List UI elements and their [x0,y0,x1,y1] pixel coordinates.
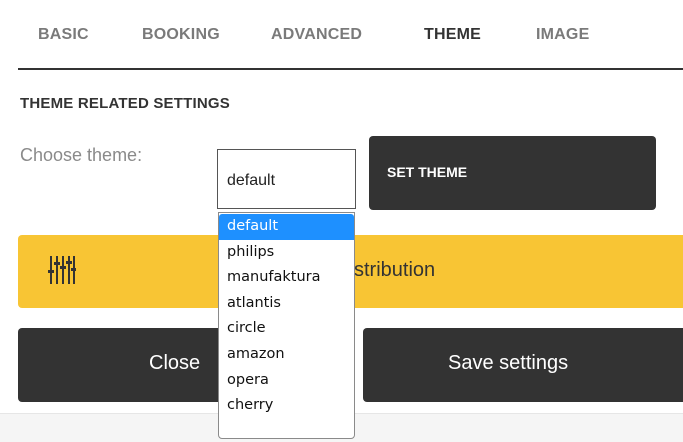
theme-option-cherry[interactable]: cherry [219,393,354,419]
theme-option-default[interactable]: default [219,214,354,240]
theme-option-atlantis[interactable]: atlantis [219,291,354,317]
set-theme-button[interactable]: SET THEME [369,136,656,210]
set-theme-button-label: SET THEME [387,164,468,180]
theme-option-amazon[interactable]: amazon [219,342,354,368]
section-title: THEME RELATED SETTINGS [20,95,230,112]
settings-tabs: BASIC BOOKING ADVANCED THEME IMAGE [18,0,683,70]
theme-option-philips[interactable]: philips [219,240,354,266]
theme-option-circle[interactable]: circle [219,316,354,342]
theme-select[interactable]: default [217,149,356,209]
sliders-icon [48,256,76,284]
theme-select-value: default [227,172,276,189]
theme-dropdown-list[interactable]: default philips manufaktura atlantis cir… [218,212,355,439]
tab-advanced[interactable]: ADVANCED [271,26,362,44]
tab-basic[interactable]: BASIC [38,26,89,44]
tab-theme[interactable]: THEME [424,26,481,44]
theme-option-opera[interactable]: opera [219,368,354,394]
close-button-label: Close [149,352,201,374]
save-settings-label: Save settings [448,352,569,374]
distribution-label: stribution [354,259,436,281]
tabs-divider [18,68,683,70]
theme-option-manufaktura[interactable]: manufaktura [219,265,354,291]
choose-theme-label: Choose theme: [20,145,143,165]
save-settings-button[interactable]: Save settings [363,328,683,402]
tab-booking[interactable]: BOOKING [142,26,220,44]
tab-image[interactable]: IMAGE [536,26,589,44]
